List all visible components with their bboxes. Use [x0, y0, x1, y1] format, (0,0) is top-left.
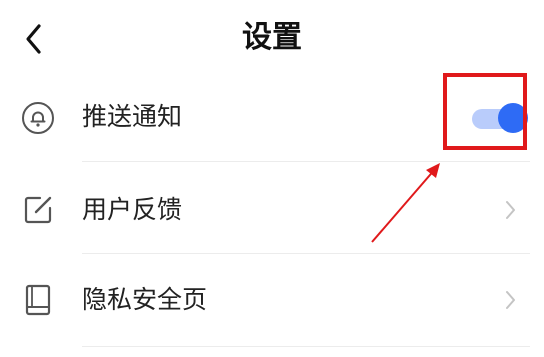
- annotation-highlight-box: [443, 73, 527, 150]
- bell-icon: [22, 102, 54, 134]
- setting-label-push-notifications: 推送通知: [82, 102, 183, 131]
- page-title: 设置: [242, 20, 302, 55]
- setting-label-privacy-security: 隐私安全页: [82, 285, 208, 314]
- edit-icon: [24, 196, 52, 224]
- divider: [82, 253, 530, 254]
- setting-row-privacy-security[interactable]: 隐私安全页: [0, 256, 544, 348]
- top-bar: 设置: [0, 0, 544, 80]
- chevron-right-icon: [506, 291, 515, 309]
- chevron-right-icon: [506, 201, 515, 219]
- setting-label-user-feedback: 用户反馈: [82, 195, 183, 224]
- book-icon: [25, 284, 51, 316]
- setting-row-user-feedback[interactable]: 用户反馈: [0, 164, 544, 256]
- divider: [82, 161, 530, 162]
- annotation-arrow-icon: [371, 163, 440, 243]
- divider: [82, 346, 530, 347]
